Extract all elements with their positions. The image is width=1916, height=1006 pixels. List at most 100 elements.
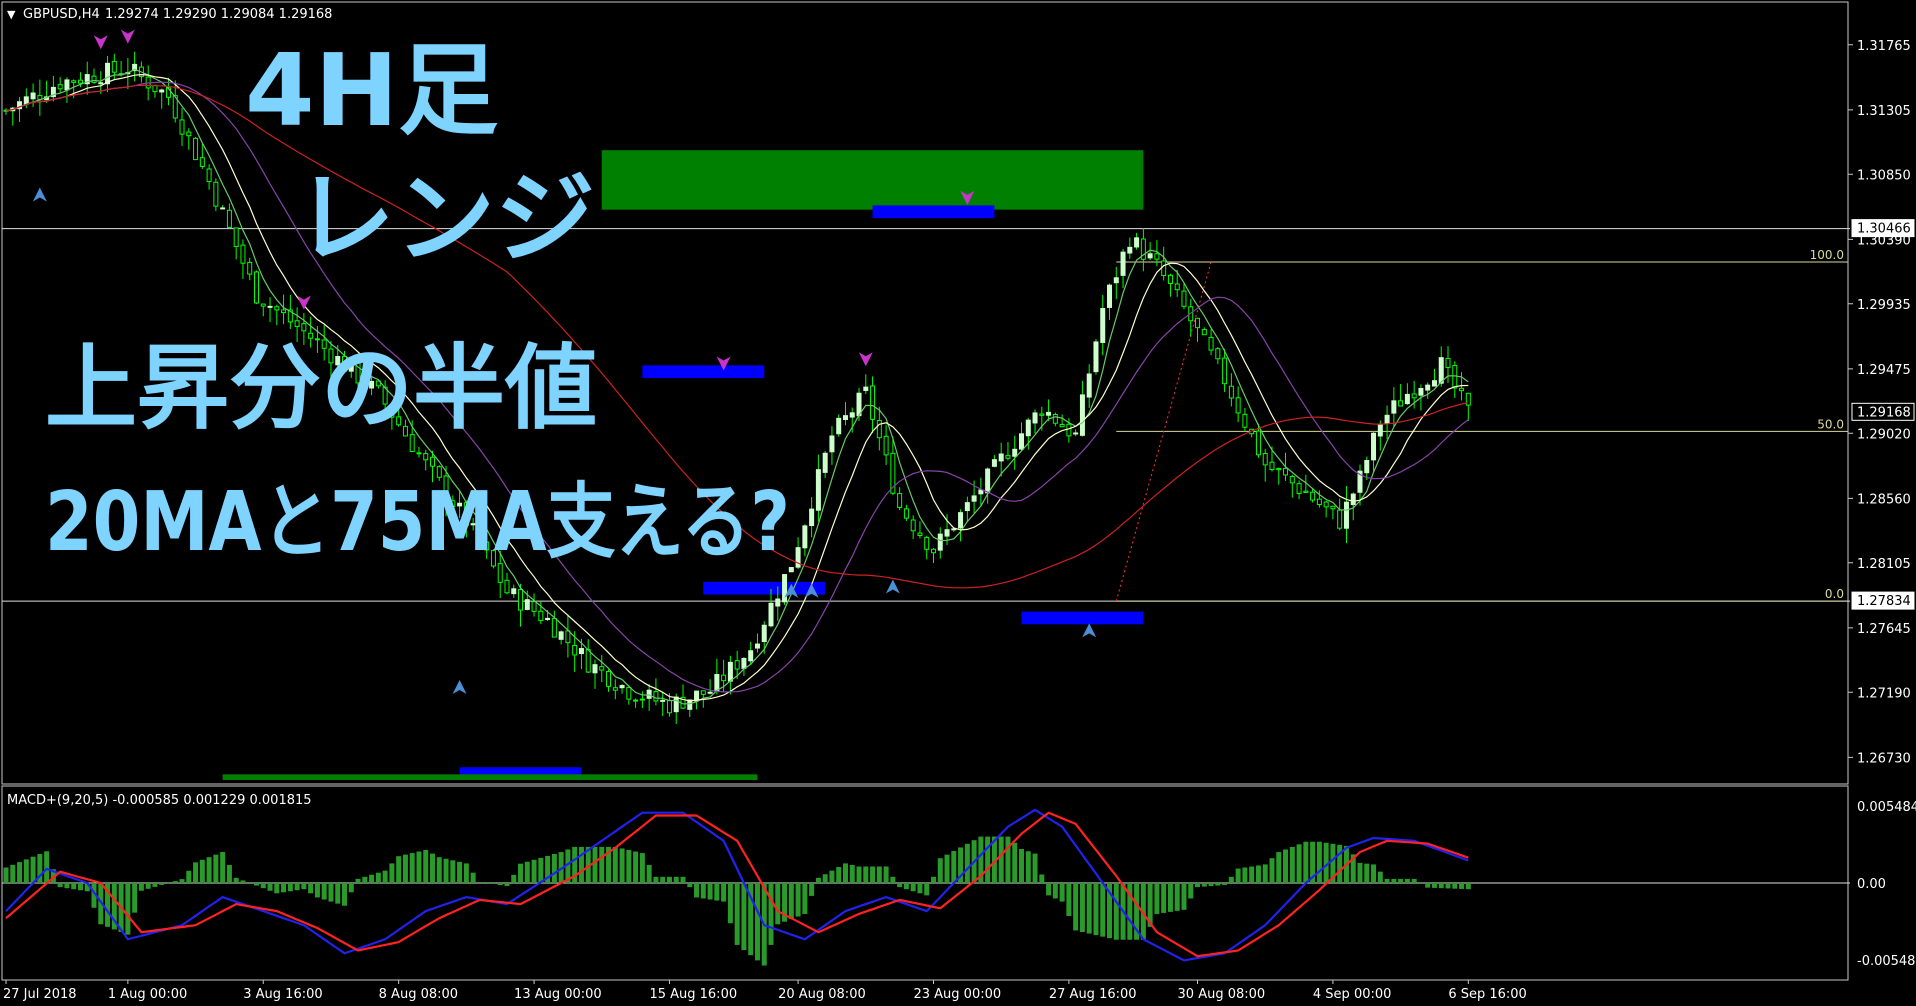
candle-body xyxy=(504,579,510,594)
candle-body xyxy=(1181,290,1187,307)
candle-body xyxy=(1201,328,1207,336)
macd-tick-label: 0.00 xyxy=(1857,877,1886,892)
macd-histogram-bar xyxy=(348,883,354,893)
candle-body xyxy=(768,602,774,627)
candle-body xyxy=(1296,483,1302,494)
candle-body xyxy=(761,624,767,643)
price-tick-label: 1.27190 xyxy=(1857,686,1911,701)
macd-histogram-bar xyxy=(17,862,23,883)
macd-histogram-bar xyxy=(152,883,158,887)
candle-body xyxy=(1174,283,1180,291)
candle-body xyxy=(240,244,246,264)
macd-histogram-bar xyxy=(985,836,991,883)
macd-histogram-bar xyxy=(1215,883,1221,886)
candle-body xyxy=(193,137,199,161)
macd-histogram-bar xyxy=(998,836,1004,883)
candle-body xyxy=(910,519,916,532)
fibo-level-label: 100.0 xyxy=(1810,248,1844,262)
macd-histogram-bar xyxy=(3,867,9,883)
macd-histogram-bar xyxy=(883,866,889,883)
candle-body xyxy=(1147,253,1153,259)
macd-histogram-bar xyxy=(930,876,936,883)
candle-body xyxy=(1452,365,1458,389)
candle-body xyxy=(531,601,537,612)
macd-histogram-bar xyxy=(518,863,524,883)
macd-histogram-bar xyxy=(903,883,909,890)
candle-body xyxy=(1052,414,1058,424)
macd-histogram-bar xyxy=(416,851,422,883)
candle-body xyxy=(186,131,192,137)
zone-blue-1 xyxy=(872,205,995,219)
macd-histogram-bar xyxy=(639,853,645,883)
candle-body xyxy=(267,305,273,308)
candle-body xyxy=(606,671,612,687)
macd-histogram-bar xyxy=(1431,883,1437,888)
macd-histogram-bar xyxy=(1113,883,1119,940)
macd-histogram-bar xyxy=(213,854,219,883)
time-tick-label: 27 Aug 16:00 xyxy=(1049,987,1137,1002)
macd-histogram-bar xyxy=(1052,883,1058,899)
symbol-dropdown-icon[interactable]: ▼ xyxy=(7,8,16,21)
macd-histogram-bar xyxy=(1452,883,1458,889)
candle-body xyxy=(1134,237,1140,248)
macd-histogram-bar xyxy=(430,853,436,883)
macd-histogram-bar xyxy=(1154,883,1160,914)
candle-body xyxy=(511,588,517,595)
macd-histogram-bar xyxy=(301,883,307,890)
candle-body xyxy=(565,630,571,644)
macd-histogram-bar xyxy=(274,883,280,894)
candle-body xyxy=(1079,394,1085,436)
candle-body xyxy=(673,696,679,713)
macd-histogram-bar xyxy=(409,853,415,883)
macd-histogram-bar xyxy=(531,859,537,883)
macd-histogram-bar xyxy=(809,883,815,896)
macd-histogram-bar xyxy=(1465,883,1471,890)
trading-chart[interactable]: 100.050.00.0 1.317651.313051.308501.3039… xyxy=(0,0,1916,1006)
macd-histogram-bar xyxy=(1167,883,1173,912)
macd-histogram-bar xyxy=(240,880,246,883)
macd-histogram-bar xyxy=(754,883,760,961)
macd-histogram-bar xyxy=(484,883,490,884)
macd-histogram-bar xyxy=(1242,867,1248,883)
candle-body xyxy=(1215,348,1221,360)
candle-body xyxy=(721,674,727,682)
macd-histogram-bar xyxy=(253,883,259,886)
time-tick-label: 30 Aug 08:00 xyxy=(1178,987,1266,1002)
macd-histogram-bar xyxy=(10,864,16,883)
candle-body xyxy=(822,452,828,473)
candle-body xyxy=(1222,357,1228,385)
candle-body xyxy=(220,207,226,210)
macd-histogram-bar xyxy=(633,851,639,883)
candle-body xyxy=(1025,419,1031,437)
macd-histogram-bar xyxy=(1235,868,1241,883)
candle-body xyxy=(727,661,733,682)
time-tick-label: 23 Aug 00:00 xyxy=(913,987,1001,1002)
candle-body xyxy=(1059,424,1065,428)
candle-body xyxy=(64,79,70,91)
macd-histogram-bar xyxy=(1073,883,1079,931)
candle-body xyxy=(30,92,36,100)
macd-histogram-bar xyxy=(511,874,517,883)
price-tick-label: 1.30850 xyxy=(1857,168,1911,183)
candle-body xyxy=(1350,493,1356,506)
candle-body xyxy=(1431,380,1437,387)
candle-body xyxy=(782,574,788,603)
zone-green-6 xyxy=(222,774,758,780)
candle-body xyxy=(1046,411,1052,416)
candle-body xyxy=(660,699,666,702)
candle-body xyxy=(1039,413,1045,416)
macd-histogram-bar xyxy=(1364,863,1370,883)
macd-histogram-bar xyxy=(1398,878,1404,883)
macd-histogram-bar xyxy=(863,866,869,883)
candle-body xyxy=(815,469,821,511)
candle-body xyxy=(1438,357,1444,384)
macd-histogram-bar xyxy=(1208,883,1214,887)
macd-histogram-bar xyxy=(1283,849,1289,883)
macd-histogram-bar xyxy=(145,883,151,889)
macd-histogram-bar xyxy=(1188,883,1194,899)
macd-histogram-bar xyxy=(30,856,36,883)
candle-body xyxy=(985,468,991,494)
annotation-range: レンジ xyxy=(295,160,595,277)
candle-body xyxy=(77,79,83,84)
macd-histogram-bar xyxy=(125,883,131,935)
